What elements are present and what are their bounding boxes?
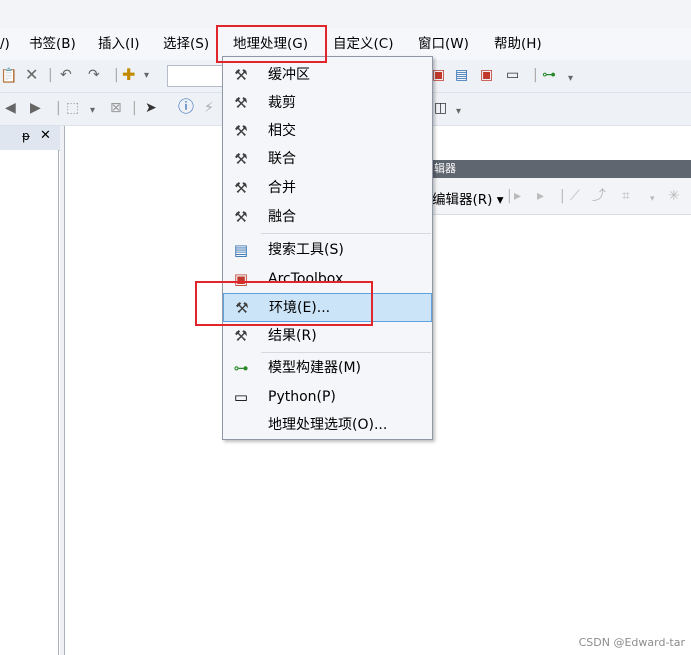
menu-item-results[interactable]: ⚒ 结果(R)	[223, 322, 432, 350]
search-window-icon[interactable]: ▤	[455, 66, 468, 84]
menu-item-intersect[interactable]: ⚒ 相交	[223, 117, 432, 145]
separator-icon: |	[507, 188, 512, 204]
sketch-tool-icon[interactable]: ✳	[668, 187, 680, 205]
chevron-down-icon[interactable]: ▾	[650, 190, 655, 208]
back-arrow-icon[interactable]: ◀	[5, 99, 16, 117]
chevron-down-icon[interactable]: ▾	[90, 102, 95, 120]
results-icon: ⚒	[234, 327, 248, 345]
menu-partial-left[interactable]: /)	[0, 34, 10, 54]
annotation-box-environments-item	[195, 281, 373, 326]
separator-icon: |	[560, 188, 565, 204]
hammer-icon: ⚒	[234, 122, 248, 140]
clear-selection-icon[interactable]: ⊠	[110, 99, 122, 117]
separator-icon: |	[132, 100, 137, 116]
find-route-icon[interactable]: ◫	[434, 99, 447, 117]
select-features-icon[interactable]: ⬚	[66, 99, 79, 117]
menu-item-dissolve[interactable]: ⚒ 融合	[223, 203, 432, 231]
separator-icon: |	[114, 67, 119, 83]
toc-pane-header: ᵽ ✕	[0, 126, 60, 151]
geoprocessing-menu: ⚒ 缓冲区 ⚒ 裁剪 ⚒ 相交 ⚒ 联合 ⚒ 合并 ⚒ 融合 ▤ 搜索工具(S)…	[222, 56, 433, 440]
arcmap-window-icon[interactable]: ▣	[432, 66, 445, 84]
hammer-icon: ⚒	[234, 66, 248, 84]
forward-arrow-icon[interactable]: ▶	[30, 99, 41, 117]
menu-help[interactable]: 帮助(H)	[494, 34, 542, 54]
select-elements-icon[interactable]: ➤	[145, 99, 157, 117]
trace-icon[interactable]: ⌗	[622, 187, 630, 205]
model-builder-icon: ⊶	[233, 359, 249, 377]
close-icon[interactable]: ✕	[40, 128, 51, 143]
editor-toolbar: 编辑器(R) ▾ | ▸ ▸ | ⟋ ⤴ ⌗ ▾ ✳	[432, 178, 691, 215]
separator-icon: |	[56, 100, 61, 116]
toc-pane	[0, 150, 59, 655]
redo-icon[interactable]: ↷	[88, 66, 100, 84]
menu-customize[interactable]: 自定义(C)	[333, 34, 393, 54]
menu-item-union[interactable]: ⚒ 联合	[223, 145, 432, 173]
menu-item-geoprocessing-options[interactable]: 地理处理选项(O)...	[223, 411, 432, 439]
editor-menu-button[interactable]: 编辑器(R) ▾	[432, 188, 503, 208]
separator-icon: |	[48, 67, 53, 83]
menu-item-clip[interactable]: ⚒ 裁剪	[223, 89, 432, 117]
menu-item-label: Python(P)	[268, 389, 336, 405]
add-data-icon[interactable]: ✚	[122, 66, 135, 84]
hammer-icon: ⚒	[234, 150, 248, 168]
menu-item-label: 合并	[268, 180, 296, 196]
menu-item-model-builder[interactable]: ⊶ 模型构建器(M)	[223, 354, 432, 382]
hammer-icon: ⚒	[234, 179, 248, 197]
search-window-icon: ▤	[233, 241, 249, 259]
menu-item-merge[interactable]: ⚒ 合并	[223, 174, 432, 202]
model-builder-icon[interactable]: ⊶	[542, 66, 556, 84]
menu-item-label: 搜索工具(S)	[268, 242, 344, 258]
undo-icon[interactable]: ↶	[60, 66, 72, 84]
menu-item-label: 缓冲区	[268, 67, 310, 83]
separator-icon: |	[533, 67, 538, 83]
watermark-text: CSDN @Edward-tar	[578, 636, 685, 649]
menu-item-label: 联合	[268, 151, 296, 167]
edit-tool-icon[interactable]: ▸	[514, 187, 521, 205]
edit-annotation-icon[interactable]: ▸	[537, 187, 544, 205]
menu-item-label: 相交	[268, 123, 296, 139]
menu-item-label: 模型构建器(M)	[268, 360, 362, 376]
menu-item-label: 结果(R)	[268, 328, 317, 344]
menu-item-buffer[interactable]: ⚒ 缓冲区	[223, 61, 432, 89]
menu-item-label: 融合	[268, 209, 296, 225]
menu-bookmarks[interactable]: 书签(B)	[29, 34, 76, 54]
pin-icon[interactable]: ᵽ	[22, 129, 30, 143]
hammer-icon: ⚒	[234, 94, 248, 112]
scale-combobox[interactable]	[167, 65, 224, 87]
menu-separator	[261, 352, 431, 353]
paste-icon[interactable]: 📋	[0, 67, 17, 85]
toolbox-icon[interactable]: ▣	[480, 66, 493, 84]
menu-insert[interactable]: 插入(I)	[98, 34, 140, 54]
delete-icon[interactable]: ✕	[25, 66, 38, 84]
straight-segment-icon[interactable]: ⟋	[570, 187, 580, 205]
end-point-arc-icon[interactable]: ⤴	[592, 187, 606, 205]
menu-windows[interactable]: 窗口(W)	[418, 34, 469, 54]
hyperlink-icon[interactable]: ⚡	[204, 99, 214, 117]
menu-separator	[261, 233, 431, 234]
menu-item-label: 裁剪	[268, 95, 296, 111]
hammer-icon: ⚒	[234, 208, 248, 226]
window-top-strip	[0, 0, 691, 28]
menu-item-python[interactable]: ▭ Python(P)	[223, 383, 432, 411]
chevron-down-icon[interactable]: ▾	[144, 67, 149, 85]
python-window-icon[interactable]: ▭	[506, 66, 519, 84]
python-window-icon: ▭	[233, 388, 249, 406]
toolbar-options-icon[interactable]: ▾	[456, 103, 461, 121]
menu-select[interactable]: 选择(S)	[163, 34, 209, 54]
menu-item-search-tools[interactable]: ▤ 搜索工具(S)	[223, 236, 432, 264]
identify-icon[interactable]: ⓘ	[178, 98, 194, 116]
menu-item-label: 地理处理选项(O)...	[268, 417, 388, 433]
annotation-box-geoprocessing-menu	[216, 25, 327, 63]
editor-toolbar-title[interactable]: 辑器	[432, 160, 691, 178]
toolbar-options-icon[interactable]: ▾	[568, 70, 573, 88]
